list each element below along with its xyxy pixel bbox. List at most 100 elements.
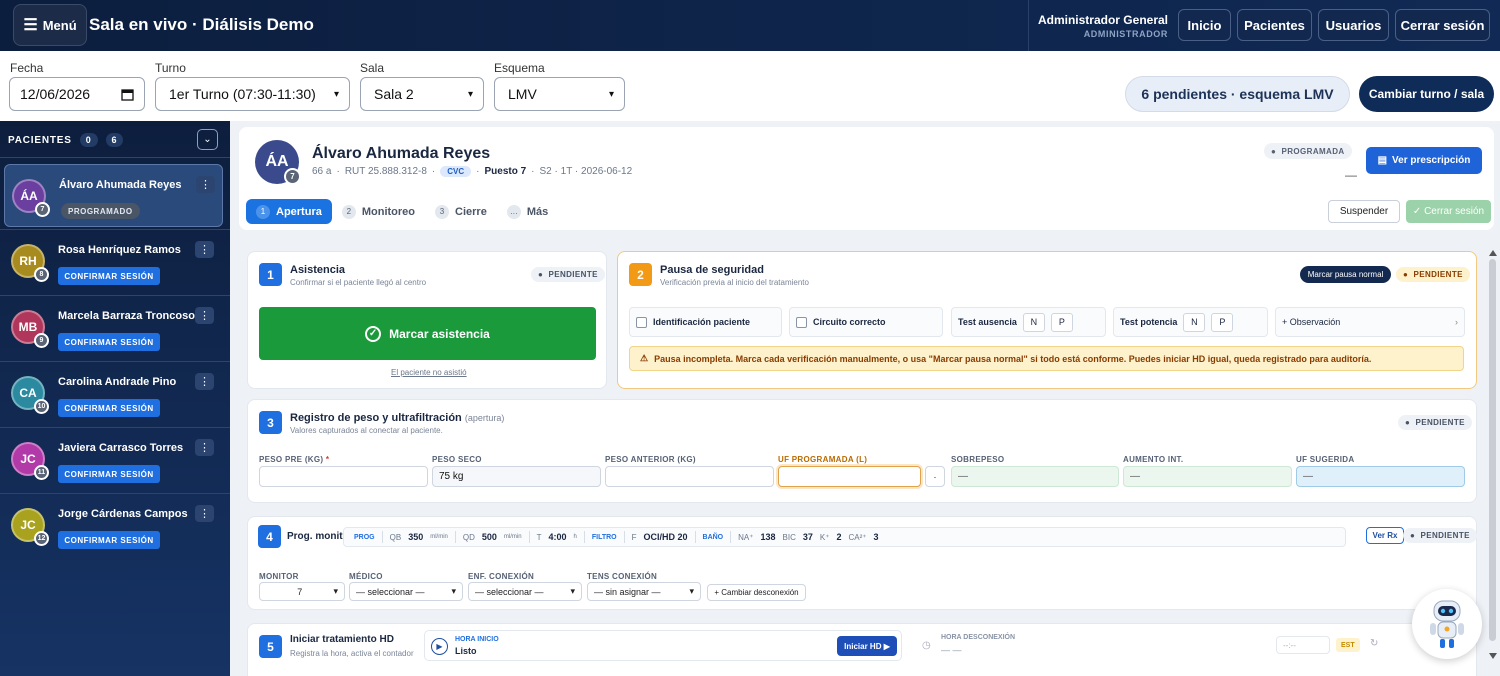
bano-tag: BAÑO [702,533,724,541]
test-potencia-p-button[interactable]: P [1211,312,1234,332]
confirmar-sesion-button[interactable]: CONFIRMAR SESIÓN [58,267,160,285]
logout-button[interactable]: Cerrar sesión [1395,9,1490,41]
tab-monitoreo[interactable]: 2 Monitoreo [332,199,425,224]
play-icon: ▶ [431,638,448,655]
iniciar-hd-button[interactable]: Iniciar HD ▶ [837,636,897,656]
kebab-icon[interactable]: ⋮ [195,505,214,522]
medico-select[interactable]: — seleccionar — ▾ [349,582,463,601]
confirmar-sesion-button[interactable]: CONFIRMAR SESIÓN [58,531,160,549]
patient-card[interactable]: CA 10 Carolina Andrade Pino ⋮ CONFIRMAR … [4,362,223,425]
ver-prescripcion-button[interactable]: ▤ Ver prescripción [1366,147,1482,174]
nav-usuarios-button[interactable]: Usuarios [1318,9,1389,41]
patient-name: Javiera Carrasco Torres [58,442,184,454]
ver-prescripcion-label: Ver prescripción [1392,155,1471,166]
status-text: PENDIENTE [1415,418,1465,427]
kebab-icon[interactable]: ⋮ [196,176,215,193]
cambiar-turno-button[interactable]: Cambiar turno / sala [1359,76,1494,112]
confirmar-sesion-button[interactable]: CONFIRMAR SESIÓN [58,399,160,417]
esquema-select[interactable]: LMV ▾ [494,77,625,111]
marcar-asistencia-button[interactable]: ✓ Marcar asistencia [259,307,596,360]
menu-button[interactable]: ☰ Menú [13,4,87,46]
patient-card[interactable]: JC 11 Javiera Carrasco Torres ⋮ CONFIRMA… [4,428,223,491]
kebab-icon[interactable]: ⋮ [195,307,214,324]
suspender-button[interactable]: Suspender [1328,200,1400,223]
count-badge: 6 [105,133,124,147]
tab-number: 1 [256,204,270,219]
t-unit: h [573,534,577,540]
required-mark: * [325,455,330,464]
refresh-icon[interactable]: ↻ [1370,638,1378,649]
sala-value: Sala 2 [374,86,414,102]
sala-select[interactable]: Sala 2 ▾ [360,77,484,111]
status-text: PENDIENTE [1420,531,1470,540]
observacion-button[interactable]: + Observación › [1275,307,1465,337]
enf-conexion-select[interactable]: — seleccionar — ▾ [468,582,582,601]
hora-desconexion-input[interactable]: --:-- [1276,636,1330,654]
calendar-icon [121,88,134,101]
status-text: PROGRAMADA [1281,146,1345,156]
kebab-icon[interactable]: ⋮ [195,373,214,390]
uf-programada-input[interactable] [778,466,921,487]
status-badge: ● PENDIENTE [1403,528,1477,543]
patient-card[interactable]: MB 9 Marcela Barraza Troncoso ⋮ CONFIRMA… [4,296,223,359]
f-label: F [631,532,637,542]
chevron-down-icon: ⌄ [203,134,212,145]
turno-select[interactable]: 1er Turno (07:30-11:30) ▾ [155,77,350,111]
kebab-icon[interactable]: ⋮ [195,241,214,258]
cambiar-desconexion-button[interactable]: + Cambiar desconexión [707,584,806,601]
esquema-label: Esquema [494,61,545,75]
main-panel: ÁA 7 Álvaro Ahumada Reyes 66 a · RUT 25.8… [230,121,1500,676]
turno-label: Turno [155,61,186,75]
patient-name: Carolina Andrade Pino [58,376,177,388]
card-title: Iniciar tratamiento HD [290,634,394,645]
menu-label: Menú [42,17,77,33]
checkbox[interactable] [796,316,807,328]
tens-conexion-select[interactable]: — sin asignar — ▾ [587,582,701,601]
collapse-button[interactable]: ⌄ [197,129,218,150]
ver-rx-button[interactable]: Ver Rx [1366,527,1404,544]
tab-label: Cierre [455,205,487,218]
cerrar-sesion-button[interactable]: ✓ Cerrar sesión [1406,200,1491,223]
assistant-button[interactable] [1412,589,1482,659]
card-title: Registro de peso y ultrafiltración (aper… [290,412,504,424]
marcar-pausa-normal-button[interactable]: Marcar pausa normal [1300,266,1391,283]
scrollbar[interactable] [1488,250,1497,659]
uf-calc-button[interactable]: · [925,466,945,487]
no-asistio-link[interactable]: El paciente no asistió [391,368,467,377]
test-ausencia-n-button[interactable]: N [1022,312,1045,332]
status-text: PENDIENTE [548,270,598,279]
card-title-suffix: (apertura) [464,413,505,423]
tab-cierre[interactable]: 3 Cierre [425,199,497,224]
hora-desconexion-label: HORA DESCONEXIÓN [941,634,1016,641]
nav-pacientes-button[interactable]: Pacientes [1237,9,1312,41]
circuito-checkbox[interactable]: Circuito correcto [789,307,943,337]
peso-pre-input[interactable] [259,466,428,487]
fecha-input[interactable]: 12/06/2026 [9,77,145,111]
confirmar-sesion-button[interactable]: CONFIRMAR SESIÓN [58,333,160,351]
puesto-badge: 12 [34,531,49,546]
test-ausencia-p-button[interactable]: P [1050,312,1073,332]
confirmar-sesion-button[interactable]: CONFIRMAR SESIÓN [58,465,160,483]
card-title: Asistencia [290,264,346,276]
puesto-badge: 7 [284,168,301,185]
tab-apertura[interactable]: 1 Apertura [246,199,332,224]
identificacion-checkbox[interactable]: Identificación paciente [629,307,782,337]
puesto-badge: 8 [34,267,49,282]
monitor-select[interactable]: 7 ▾ [259,582,345,601]
test-potencia-n-button[interactable]: N [1183,312,1206,332]
warning-text: Pausa incompleta. Marca cada verificació… [654,353,1372,364]
patient-name: Jorge Cárdenas Campos [58,508,188,520]
patient-card[interactable]: JC 12 Jorge Cárdenas Campos ⋮ CONFIRMAR … [4,494,223,557]
checkbox[interactable] [636,316,647,328]
kebab-icon[interactable]: ⋮ [195,439,214,456]
peso-anterior-input[interactable] [605,466,774,487]
prog-tag: PROG [354,533,375,541]
qd-unit: ml/min [503,534,522,540]
prescription-strip: PROG QB 350 ml/min QD 500 ml/min T 4:00 h FILT… [343,527,1346,547]
medico-label: MÉDICO [349,572,383,581]
bic-value: 37 [802,532,813,542]
tab-mas[interactable]: … Más [497,199,558,224]
nav-inicio-button[interactable]: Inicio [1178,9,1231,41]
patient-card[interactable]: RH 8 Rosa Henríquez Ramos ⋮ CONFIRMAR SE… [4,230,223,293]
patient-card[interactable]: ÁA 7 Álvaro Ahumada Reyes ⋮ PROGRAMADO [4,164,223,227]
